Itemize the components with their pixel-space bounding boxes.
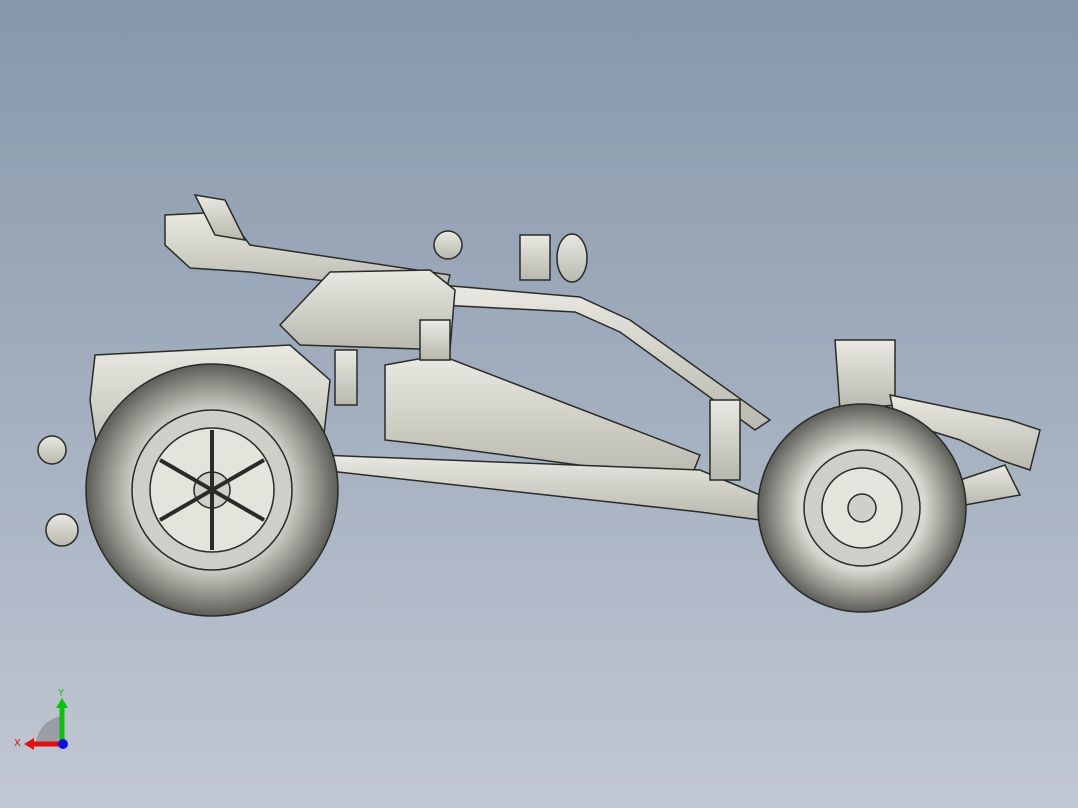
z-axis-dot: [58, 739, 68, 749]
coordinate-triad: Y X: [14, 688, 68, 750]
triad-plane-icon: [36, 716, 62, 744]
buggy-model[interactable]: [37, 194, 1041, 617]
x-axis-label: X: [14, 738, 21, 749]
y-axis-label: Y: [57, 688, 65, 699]
graphics-viewport[interactable]: [0, 0, 1078, 808]
